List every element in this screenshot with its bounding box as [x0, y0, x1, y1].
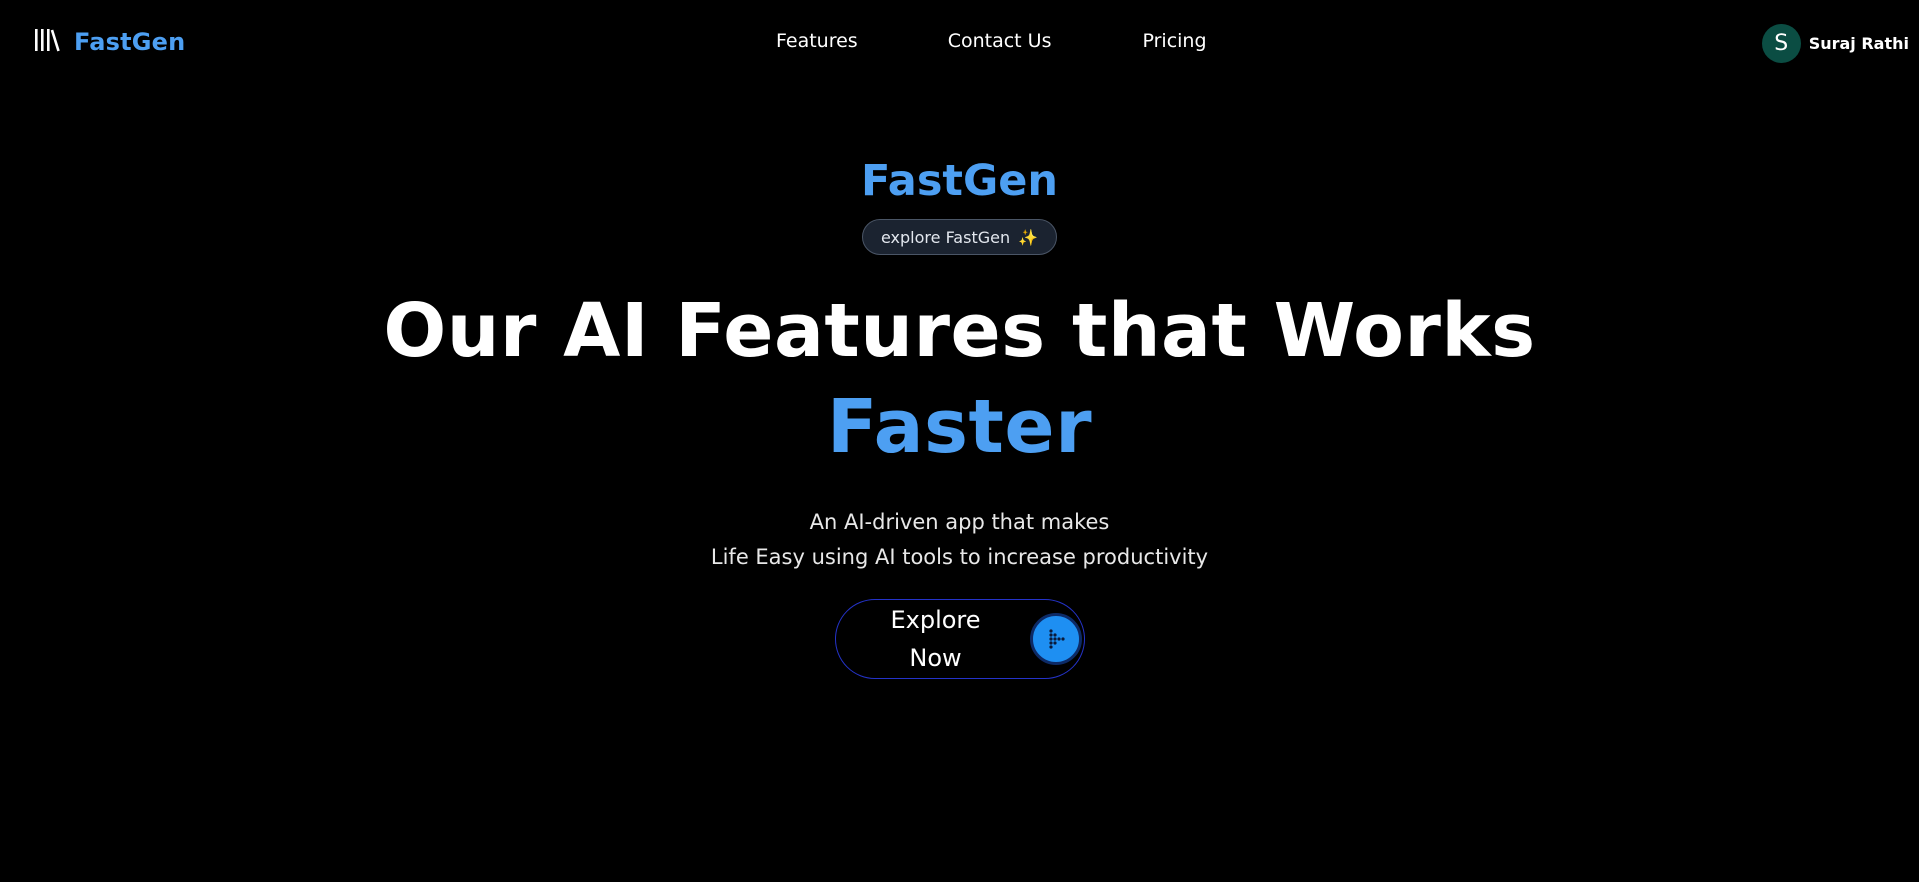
nav-link-pricing[interactable]: Pricing: [1142, 30, 1206, 52]
brand-name: FastGen: [74, 28, 186, 56]
subtitle-line-1: An AI-driven app that makes: [809, 510, 1110, 534]
dotted-arrow-right-icon: [1029, 613, 1082, 665]
navbar: FastGen Features Contact Us Pricing S Su…: [0, 0, 1919, 90]
library-books-icon: [34, 28, 60, 56]
page: FastGen Features Contact Us Pricing S Su…: [0, 0, 1919, 882]
explore-pill[interactable]: explore FastGen ✨: [861, 219, 1058, 255]
user-menu[interactable]: S Suraj Rathi: [1761, 24, 1909, 63]
subtitle-line-2: Life Easy using AI tools to increase pro…: [710, 545, 1209, 569]
nav-link-contact-us[interactable]: Contact Us: [948, 30, 1052, 52]
brand-link[interactable]: FastGen: [34, 28, 185, 56]
sparkles-icon: ✨: [1018, 227, 1039, 247]
headline-line-2: Faster: [826, 384, 1093, 470]
nav-links: Features Contact Us Pricing: [776, 30, 1207, 52]
pill-label: explore FastGen: [880, 227, 1011, 247]
explore-now-button[interactable]: Explore Now: [834, 599, 1085, 679]
headline-line-1: Our AI Features that Works: [383, 288, 1536, 374]
hero-brand-title: FastGen: [860, 156, 1059, 206]
nav-link-features[interactable]: Features: [776, 30, 858, 52]
user-name: Suraj Rathi: [1808, 34, 1909, 53]
hero-section: FastGen explore FastGen ✨ Our AI Feature…: [0, 150, 1919, 679]
avatar[interactable]: S: [1761, 24, 1801, 63]
cta-label-line-2: Now: [909, 644, 962, 672]
explore-now-label: Explore Now: [876, 601, 996, 677]
hero-subtitle: An AI-driven app that makes Life Easy us…: [0, 505, 1919, 575]
cta-label-line-1: Explore: [890, 606, 981, 634]
